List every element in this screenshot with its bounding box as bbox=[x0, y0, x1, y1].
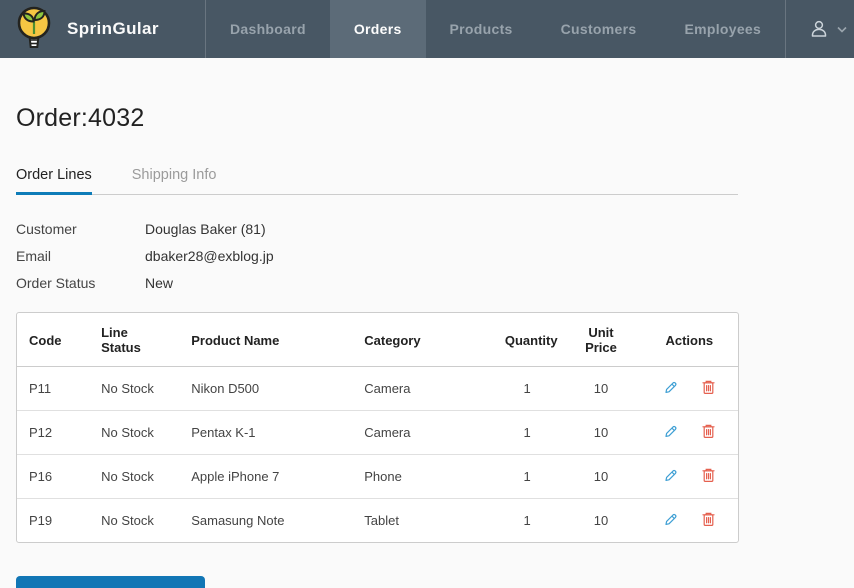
edit-button[interactable] bbox=[663, 467, 679, 486]
cell-code: P11 bbox=[17, 367, 90, 411]
cell-unit-price: 10 bbox=[561, 411, 641, 455]
table-row: P12 No Stock Pentax K-1 Camera 1 10 bbox=[17, 411, 738, 455]
tabs-bar: Order Lines Shipping Info bbox=[16, 167, 738, 195]
email-value: dbaker28@exblog.jp bbox=[145, 248, 274, 264]
detail-row-email: Email dbaker28@exblog.jp bbox=[16, 248, 838, 264]
cell-category: Tablet bbox=[364, 513, 399, 528]
column-header-quantity: Quantity bbox=[492, 313, 562, 367]
cell-product-name: Apple iPhone 7 bbox=[179, 455, 353, 499]
column-header-actions: Actions bbox=[640, 313, 738, 367]
nav-item-orders[interactable]: Orders bbox=[329, 0, 426, 58]
order-lines-table: Code Line Status Product Name Category Q… bbox=[16, 312, 739, 543]
table-row: P16 No Stock Apple iPhone 7 Phone 1 10 bbox=[17, 455, 738, 499]
trash-icon bbox=[701, 512, 716, 530]
delete-button[interactable] bbox=[701, 511, 716, 530]
order-status-value: New bbox=[145, 275, 174, 291]
customer-label: Customer bbox=[16, 221, 77, 237]
cell-quantity: 1 bbox=[523, 513, 531, 528]
pencil-icon bbox=[663, 425, 679, 442]
column-header-product-name: Product Name bbox=[179, 313, 353, 367]
column-header-code: Code bbox=[17, 313, 90, 367]
trash-icon bbox=[701, 468, 716, 486]
page-title: Order:4032 bbox=[16, 104, 145, 132]
tab-order-lines[interactable]: Order Lines bbox=[16, 167, 92, 195]
cell-code: P19 bbox=[29, 513, 53, 528]
edit-button[interactable] bbox=[663, 423, 679, 442]
nav-item-products[interactable]: Products bbox=[426, 0, 537, 58]
trash-icon bbox=[701, 380, 716, 398]
column-header-category: Category bbox=[352, 313, 493, 367]
cell-category: Camera bbox=[352, 411, 493, 455]
delete-button[interactable] bbox=[701, 423, 716, 442]
cell-quantity: 1 bbox=[492, 367, 562, 411]
nav-item-customers[interactable]: Customers bbox=[537, 0, 661, 58]
brand-title: SprinGular bbox=[67, 19, 159, 38]
lightbulb-leaf-logo bbox=[14, 6, 54, 52]
cell-product-name: Nikon D500 bbox=[179, 367, 353, 411]
detail-row-customer: Customer Douglas Baker (81) bbox=[16, 221, 838, 237]
pencil-icon bbox=[663, 381, 679, 398]
user-icon bbox=[807, 17, 831, 41]
delete-button[interactable] bbox=[701, 467, 716, 486]
order-detail-page: Order:4032 Order Lines Shipping Info Cus… bbox=[0, 104, 854, 588]
edit-button[interactable] bbox=[663, 379, 679, 398]
brand[interactable]: SprinGular bbox=[0, 0, 205, 58]
email-label: Email bbox=[16, 248, 52, 264]
cell-line-status: No Stock bbox=[89, 411, 180, 455]
pencil-icon bbox=[663, 513, 679, 530]
nav-item-dashboard[interactable]: Dashboard bbox=[206, 0, 330, 58]
order-status-label: Order Status bbox=[16, 275, 96, 291]
nav-item-employees[interactable]: Employees bbox=[660, 0, 785, 58]
cell-product-name: Pentax K-1 bbox=[179, 411, 353, 455]
cell-category: Camera bbox=[352, 367, 493, 411]
column-header-unit-price: Unit Price bbox=[561, 313, 641, 367]
table-row: P11 No Stock Nikon D500 Camera 1 10 bbox=[17, 367, 738, 411]
cell-quantity: 1 bbox=[492, 411, 562, 455]
cell-line-status: No Stock bbox=[101, 513, 154, 528]
cell-line-status: No Stock bbox=[89, 455, 180, 499]
cell-unit-price: 10 bbox=[593, 513, 609, 528]
delete-button[interactable] bbox=[701, 379, 716, 398]
trash-icon bbox=[701, 424, 716, 442]
cell-category: Phone bbox=[352, 455, 493, 499]
edit-button[interactable] bbox=[663, 511, 679, 530]
table-header-row: Code Line Status Product Name Category Q… bbox=[17, 313, 738, 367]
back-to-orders-button[interactable]: Back to Orders bbox=[16, 576, 206, 588]
table-row: P19 No Stock Samasung Note Tablet 1 10 bbox=[17, 499, 738, 542]
cell-quantity: 1 bbox=[492, 455, 562, 499]
cell-product-name: Samasung Note bbox=[191, 513, 285, 528]
cell-code: P12 bbox=[17, 411, 90, 455]
column-header-line-status: Line Status bbox=[89, 313, 180, 367]
pencil-icon bbox=[663, 469, 679, 486]
cell-unit-price: 10 bbox=[561, 367, 641, 411]
app-header: SprinGular Dashboard Orders Products Cus… bbox=[0, 0, 854, 58]
cell-line-status: No Stock bbox=[89, 367, 180, 411]
chevron-down-icon bbox=[837, 26, 847, 33]
cell-code: P16 bbox=[17, 455, 90, 499]
customer-value: Douglas Baker (81) bbox=[145, 221, 266, 237]
order-details: Customer Douglas Baker (81) Email dbaker… bbox=[16, 221, 838, 291]
tab-shipping-info[interactable]: Shipping Info bbox=[132, 167, 217, 195]
cell-unit-price: 10 bbox=[561, 455, 641, 499]
main-nav: Dashboard Orders Products Customers Empl… bbox=[205, 0, 785, 58]
detail-row-order-status: Order Status New bbox=[16, 275, 838, 291]
user-menu[interactable] bbox=[785, 0, 854, 58]
